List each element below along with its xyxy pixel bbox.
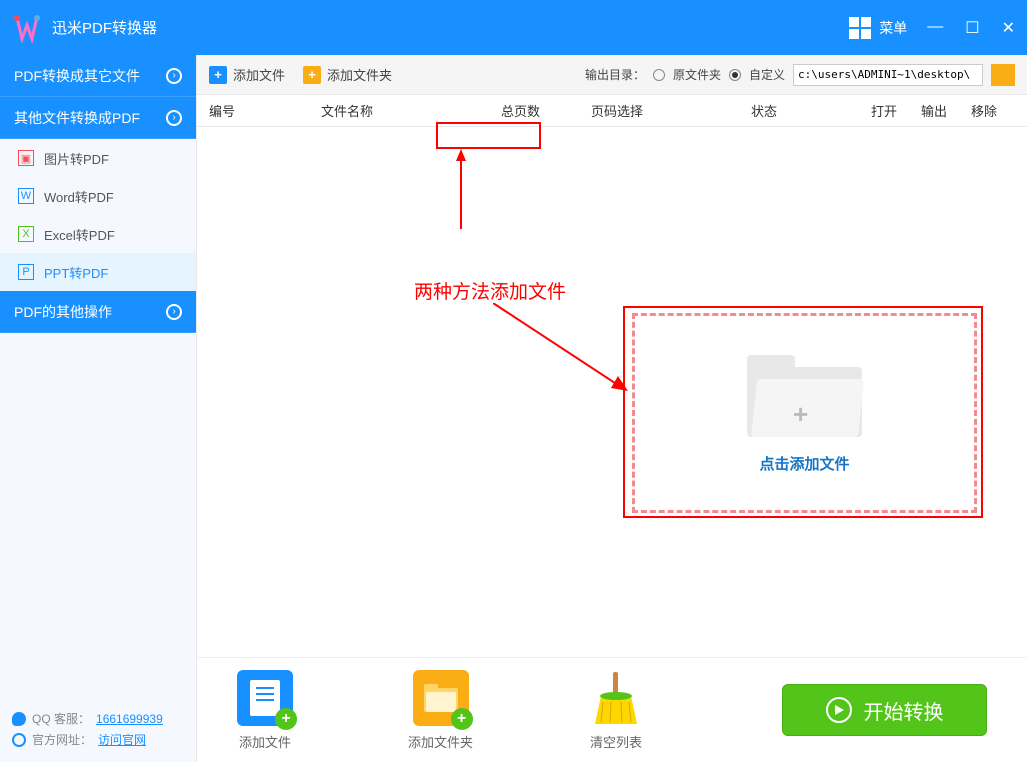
folder-icon: + [747, 353, 862, 443]
app-title: 迅米PDF转换器 [52, 17, 157, 38]
radio-original-folder[interactable] [653, 69, 665, 81]
folder-plus-icon: + [303, 66, 321, 84]
chevron-icon: › [166, 110, 182, 126]
browser-icon [12, 733, 26, 747]
sidebar-item-label: Excel转PDF [44, 225, 115, 244]
output-path-input[interactable] [793, 64, 983, 86]
col-filename: 文件名称 [321, 101, 501, 120]
add-folder-label: 添加文件夹 [327, 65, 392, 84]
qq-number-link[interactable]: 1661699939 [96, 712, 163, 726]
site-label: 官方网址： [32, 731, 92, 748]
radio-custom-label: 自定义 [749, 66, 785, 83]
sidebar-footer: QQ 客服： 1661699939 官方网址： 访问官网 [0, 700, 196, 762]
excel-icon: X [18, 226, 34, 242]
col-open: 打开 [871, 101, 921, 120]
official-site-link[interactable]: 访问官网 [98, 731, 146, 748]
bottom-clear-label: 清空列表 [590, 732, 642, 751]
broom-icon [588, 670, 644, 726]
add-file-label: 添加文件 [233, 65, 285, 84]
add-file-button[interactable]: + 添加文件 [209, 65, 285, 84]
bottom-add-folder[interactable]: + 添加文件夹 [408, 670, 473, 751]
main-panel: + 添加文件 + 添加文件夹 输出目录： 原文件夹 自定义 编号 文件名称 总页… [197, 55, 1027, 762]
dropzone-add-file[interactable]: + 点击添加文件 [632, 313, 977, 513]
col-index: 编号 [209, 101, 321, 120]
start-label: 开始转换 [864, 696, 944, 725]
bottom-clear-list[interactable]: 清空列表 [588, 670, 644, 751]
bottom-add-file[interactable]: + 添加文件 [237, 670, 293, 751]
ppt-icon: P [18, 264, 34, 280]
play-icon [826, 697, 852, 723]
category-label: 其他文件转换成PDF [14, 108, 140, 128]
sidebar-item-label: 图片转PDF [44, 149, 109, 168]
sidebar-item-label: Word转PDF [44, 187, 114, 206]
sidebar-item-word-to-pdf[interactable]: W Word转PDF [0, 177, 196, 215]
output-dir-label: 输出目录： [585, 66, 645, 83]
sidebar-item-label: PPT转PDF [44, 263, 108, 282]
category-pdf-to-other[interactable]: PDF转换成其它文件 › [0, 55, 196, 97]
bottom-add-file-label: 添加文件 [239, 732, 291, 751]
grid-icon [849, 17, 871, 39]
col-pages: 总页数 [501, 101, 591, 120]
radio-custom-folder[interactable] [729, 69, 741, 81]
toolbar: + 添加文件 + 添加文件夹 输出目录： 原文件夹 自定义 [197, 55, 1027, 95]
start-convert-button[interactable]: 开始转换 [782, 684, 987, 736]
plus-icon: + [209, 66, 227, 84]
col-page-select: 页码选择 [591, 101, 751, 120]
col-status: 状态 [751, 101, 871, 120]
qq-icon [12, 712, 26, 726]
sidebar-item-ppt-to-pdf[interactable]: P PPT转PDF [0, 253, 196, 291]
annotation-arrow-icon [451, 149, 471, 229]
chevron-icon: › [166, 304, 182, 320]
radio-original-label: 原文件夹 [673, 66, 721, 83]
sidebar-item-excel-to-pdf[interactable]: X Excel转PDF [0, 215, 196, 253]
menu-label: 菜单 [879, 18, 907, 38]
menu-button[interactable]: 菜单 [849, 17, 907, 39]
col-remove: 移除 [971, 101, 1021, 120]
dropzone-text: 点击添加文件 [759, 453, 849, 474]
titlebar: 迅米PDF转换器 菜单 — ☐ ✕ [0, 0, 1027, 55]
add-folder-button[interactable]: + 添加文件夹 [303, 65, 392, 84]
sidebar: PDF转换成其它文件 › 其他文件转换成PDF › ▣ 图片转PDF W Wor… [0, 55, 197, 762]
document-plus-icon: + [237, 670, 293, 726]
chevron-icon: › [166, 68, 182, 84]
qq-label: QQ 客服： [32, 710, 90, 727]
word-icon: W [18, 188, 34, 204]
category-label: PDF转换成其它文件 [14, 66, 140, 86]
close-button[interactable]: ✕ [1002, 18, 1015, 38]
bottom-bar: + 添加文件 + 添加文件夹 清空列表 开始转换 [197, 657, 1027, 762]
annotation-text: 两种方法添加文件 [414, 277, 566, 304]
annotation-arrow-icon [493, 303, 628, 393]
browse-folder-button[interactable] [991, 64, 1015, 86]
app-logo-icon [12, 13, 42, 43]
category-other-to-pdf[interactable]: 其他文件转换成PDF › [0, 97, 196, 139]
sidebar-item-image-to-pdf[interactable]: ▣ 图片转PDF [0, 139, 196, 177]
image-icon: ▣ [18, 150, 34, 166]
col-output: 输出 [921, 101, 971, 120]
bottom-add-folder-label: 添加文件夹 [408, 732, 473, 751]
category-pdf-other-ops[interactable]: PDF的其他操作 › [0, 291, 196, 333]
category-label: PDF的其他操作 [14, 302, 112, 322]
maximize-button[interactable]: ☐ [965, 18, 979, 38]
table-header: 编号 文件名称 总页数 页码选择 状态 打开 输出 移除 [197, 95, 1027, 127]
minimize-button[interactable]: — [927, 18, 943, 38]
folder-plus-icon: + [413, 670, 469, 726]
